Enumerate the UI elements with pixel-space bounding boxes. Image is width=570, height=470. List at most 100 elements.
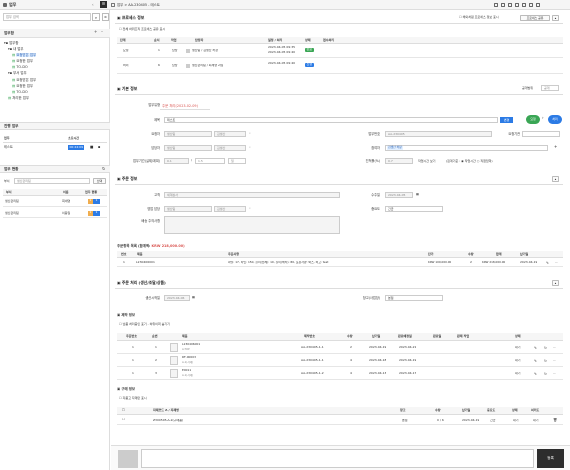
- calendar-icon[interactable]: ▦: [416, 192, 419, 197]
- period-actual-input[interactable]: 0.1: [164, 158, 189, 164]
- more-icon[interactable]: ⋯: [553, 359, 556, 363]
- owner-name-input[interactable]: 김생산: [214, 145, 246, 151]
- urgency-select[interactable]: 긴급: [385, 206, 443, 212]
- items-row-product[interactable]: L230406001: [136, 261, 155, 265]
- pause-icon[interactable]: ■: [90, 145, 93, 149]
- expand-icon[interactable]: [529, 2, 533, 7]
- process-toggle[interactable]: ☐ 해외처럼 프로세스 정보 표시: [459, 15, 499, 20]
- participant-box[interactable]: [385, 145, 548, 151]
- checkbox-icon[interactable]: ☐: [119, 322, 122, 326]
- print-icon[interactable]: [508, 2, 512, 7]
- subject-label: 제목: [154, 118, 160, 122]
- open-range-select[interactable]: 공개: [541, 85, 559, 91]
- search-icon[interactable]: ⌕: [249, 131, 251, 136]
- close-icon[interactable]: [536, 2, 540, 7]
- purchase-check[interactable]: ☐ 자품고 자재만 표시: [119, 396, 147, 401]
- comment-input[interactable]: [141, 449, 534, 468]
- warehouse-select[interactable]: 본점: [385, 295, 443, 301]
- more-icon[interactable]: ⋯: [553, 346, 556, 350]
- stop-icon[interactable]: ▪: [98, 145, 100, 149]
- process-table-header: [117, 37, 563, 44]
- purchase-row-code[interactable]: Z300505-A-2(구매품): [153, 419, 183, 423]
- progress-row-name[interactable]: 테스트: [4, 145, 13, 150]
- add-icon[interactable]: +: [94, 29, 97, 35]
- list-icon[interactable]: [494, 2, 498, 7]
- refresh-icon[interactable]: ↻: [544, 372, 547, 376]
- calendar-icon[interactable]: ▦: [192, 295, 195, 300]
- search-icon[interactable]: ⌕: [92, 13, 100, 21]
- dept-select-button[interactable]: 선택: [93, 178, 106, 184]
- bookmark-icon[interactable]: [522, 2, 526, 7]
- participant-tag[interactable]: 김생산 차장: [387, 145, 403, 150]
- checkbox-icon[interactable]: ☐: [119, 27, 122, 31]
- radio-icon[interactable]: ◉: [461, 159, 464, 163]
- register-button[interactable]: 등록: [537, 449, 564, 468]
- worktime-link[interactable]: 작업시간 보기: [418, 159, 436, 164]
- tree-label: 처리한 업무: [12, 95, 29, 100]
- checkbox-icon[interactable]: ☐: [122, 418, 125, 422]
- period-plan-input[interactable]: 1.5: [195, 158, 225, 164]
- collapse-button[interactable]: ▴: [552, 14, 559, 21]
- process-share-check[interactable]: ☐ 전체 하위조직 프로세스 공유 표시: [119, 27, 165, 32]
- search-icon[interactable]: ⌕: [249, 145, 251, 150]
- home-icon[interactable]: [111, 2, 115, 7]
- requester-dept-input[interactable]: 생산팀: [164, 131, 212, 137]
- plan-row-product[interactable]: RF-00003: [182, 356, 196, 359]
- tree-item-9[interactable]: ▤ 처리한 업무: [3, 96, 103, 102]
- request-org-input[interactable]: [522, 131, 560, 137]
- start-date-input[interactable]: 2023-04-06: [164, 295, 190, 301]
- flow-process-button[interactable]: 처리: [548, 115, 562, 124]
- status-count-b[interactable]: 1: [93, 210, 100, 216]
- collapse-icon[interactable]: –: [101, 29, 103, 35]
- sidebar-search-input[interactable]: 업무 검색: [3, 13, 91, 21]
- flow-request-button[interactable]: 요청: [526, 115, 540, 124]
- period-unit-select[interactable]: 일: [228, 158, 246, 164]
- status-row-dept: 생산관리팀: [5, 199, 19, 203]
- status-count-b[interactable]: 1: [93, 198, 100, 204]
- plan-row-product[interactable]: E0011: [182, 369, 191, 372]
- add-icon[interactable]: +: [554, 144, 557, 150]
- progress-rate-input[interactable]: 0.7: [385, 158, 413, 164]
- delete-icon[interactable]: 🗑: [553, 418, 557, 422]
- sidebar-group-title: 업무함: [4, 31, 14, 35]
- plan-row-no: 1: [132, 372, 134, 375]
- sales-name-input[interactable]: 김생산: [214, 206, 246, 212]
- more-icon[interactable]: ⋯: [553, 372, 556, 376]
- grid-icon[interactable]: [501, 2, 505, 7]
- edit-icon[interactable]: ✎: [534, 346, 537, 350]
- edit-icon[interactable]: ✎: [546, 261, 549, 265]
- collapse-button[interactable]: ▴: [552, 280, 559, 286]
- owner-dept-input[interactable]: 생산팀: [164, 145, 212, 151]
- dept-input[interactable]: 생산관리팀: [14, 178, 90, 184]
- process-share-button[interactable]: 프로세스 공유: [520, 14, 550, 21]
- edit-icon[interactable]: ✎: [534, 359, 537, 363]
- collapse-button[interactable]: ▴: [552, 176, 559, 182]
- refresh-icon[interactable]: ↻: [544, 359, 547, 363]
- checkbox-icon[interactable]: ☐: [119, 396, 122, 400]
- sidebar-toggle-button[interactable]: ≡: [100, 1, 107, 8]
- change-button[interactable]: 변경: [500, 117, 513, 123]
- order-date-input[interactable]: 2023-04-05: [385, 192, 413, 198]
- plan-row-product[interactable]: L230406001: [182, 343, 200, 346]
- sales-dept-input[interactable]: 생산팀: [164, 206, 212, 212]
- refresh-icon[interactable]: ↻: [102, 166, 105, 172]
- settings-icon[interactable]: ⚙: [102, 13, 109, 21]
- requester-name-input[interactable]: 김생산: [214, 131, 246, 137]
- radio-icon[interactable]: ○: [477, 159, 480, 163]
- checkbox-icon[interactable]: ☐: [122, 408, 125, 413]
- tree-label: 내 업무: [13, 47, 24, 52]
- checkbox-icon[interactable]: ☐: [459, 15, 462, 19]
- plan-check[interactable]: ☐ 납품 처리중인 표기 - 하위이력 숨기기: [119, 322, 170, 327]
- edit-icon[interactable]: ✎: [534, 372, 537, 376]
- more-icon[interactable]: ⋯: [555, 261, 558, 265]
- window-icon[interactable]: [515, 2, 519, 7]
- subject-input[interactable]: 테스트: [164, 117, 498, 123]
- memo-textarea[interactable]: [164, 216, 340, 234]
- customer-input[interactable]: 세계상사: [164, 192, 340, 198]
- search-icon[interactable]: ⌕: [249, 206, 251, 211]
- request-type-value[interactable]: 주문 처리(2023-02-09): [162, 104, 198, 108]
- chevron-left-icon[interactable]: ‹: [92, 2, 94, 8]
- breadcrumb-root[interactable]: 업무: [117, 3, 123, 7]
- plan-row-expect: 2023-04-19: [399, 359, 417, 362]
- refresh-icon[interactable]: ↻: [544, 346, 547, 350]
